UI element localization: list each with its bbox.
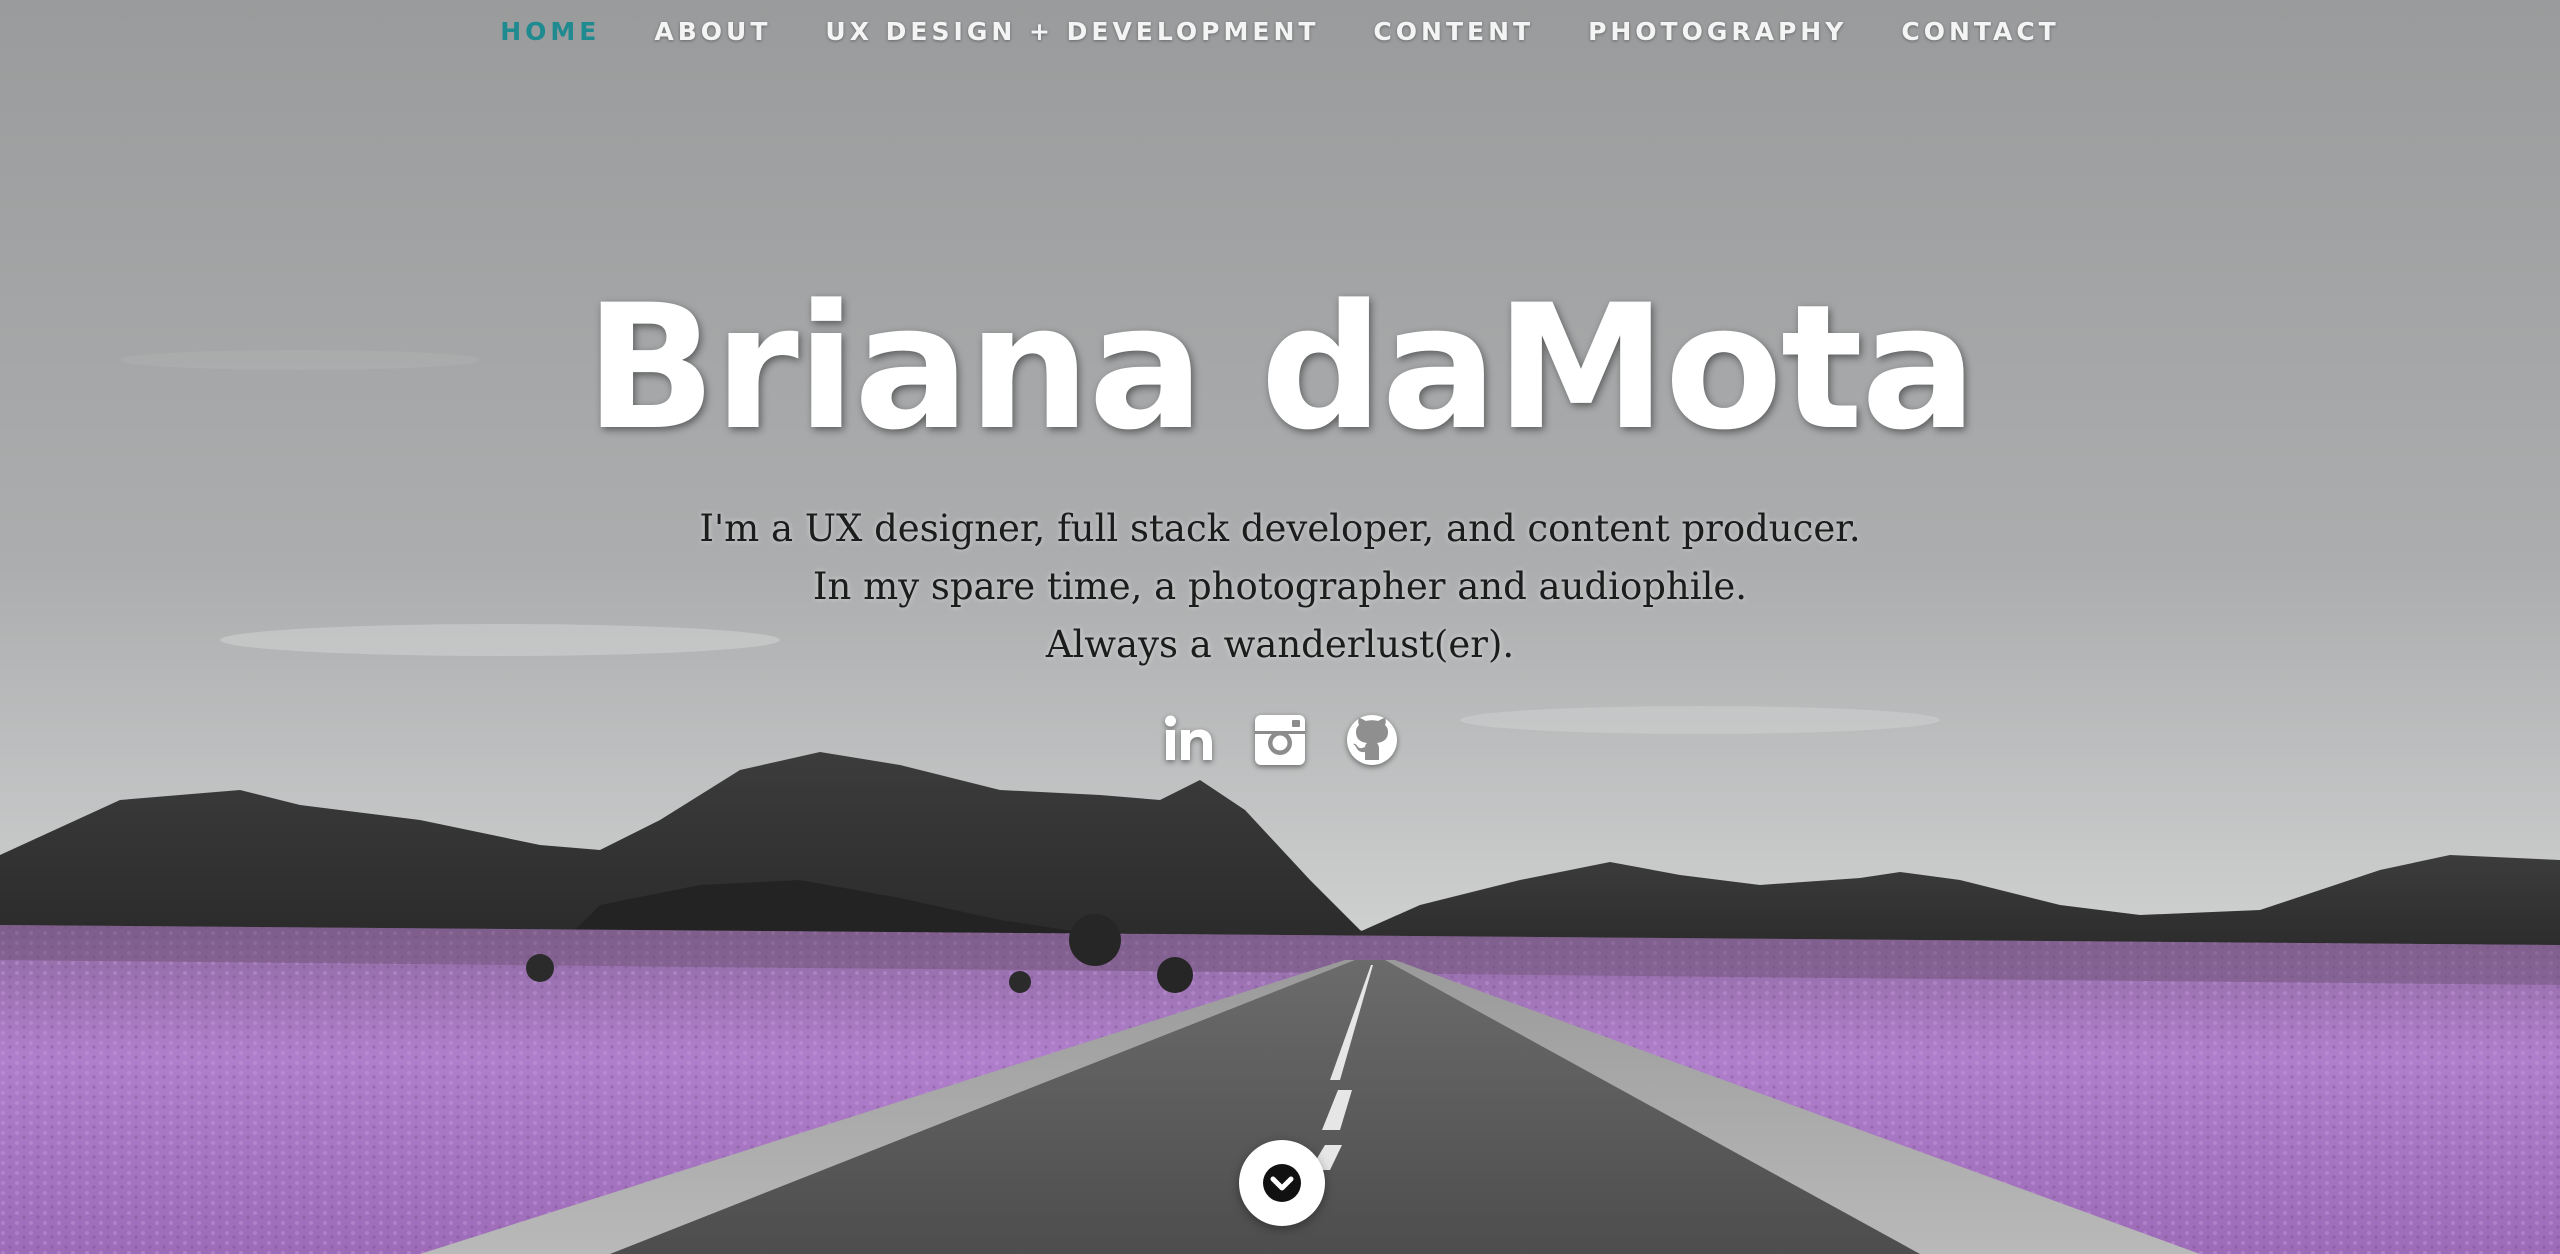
hero-tagline: I'm a UX designer, full stack developer,…: [0, 500, 2560, 674]
tagline-line-2: In my spare time, a photographer and aud…: [812, 565, 1748, 608]
tagline-line-1: I'm a UX designer, full stack developer,…: [699, 507, 1861, 550]
nav-about[interactable]: ABOUT: [654, 17, 771, 46]
nav-photography[interactable]: PHOTOGRAPHY: [1588, 17, 1847, 46]
instagram-icon[interactable]: [1252, 712, 1308, 768]
chevron-down-icon: [1263, 1164, 1301, 1202]
nav-contact[interactable]: CONTACT: [1901, 17, 2059, 46]
hero-title: Briana daMota: [584, 267, 1977, 468]
nav-home[interactable]: HOME: [500, 17, 600, 46]
linkedin-icon[interactable]: [1160, 712, 1216, 768]
tagline-line-3: Always a wanderlust(er).: [1045, 623, 1515, 666]
nav-content[interactable]: CONTENT: [1373, 17, 1534, 46]
scroll-down-button[interactable]: [1239, 1140, 1325, 1226]
main-nav: HOME ABOUT UX DESIGN + DEVELOPMENT CONTE…: [0, 0, 2560, 62]
github-icon[interactable]: [1344, 712, 1400, 768]
social-links: [0, 712, 2560, 768]
hero-section: HOME ABOUT UX DESIGN + DEVELOPMENT CONTE…: [0, 0, 2560, 1254]
nav-ux-design-development[interactable]: UX DESIGN + DEVELOPMENT: [825, 17, 1319, 46]
